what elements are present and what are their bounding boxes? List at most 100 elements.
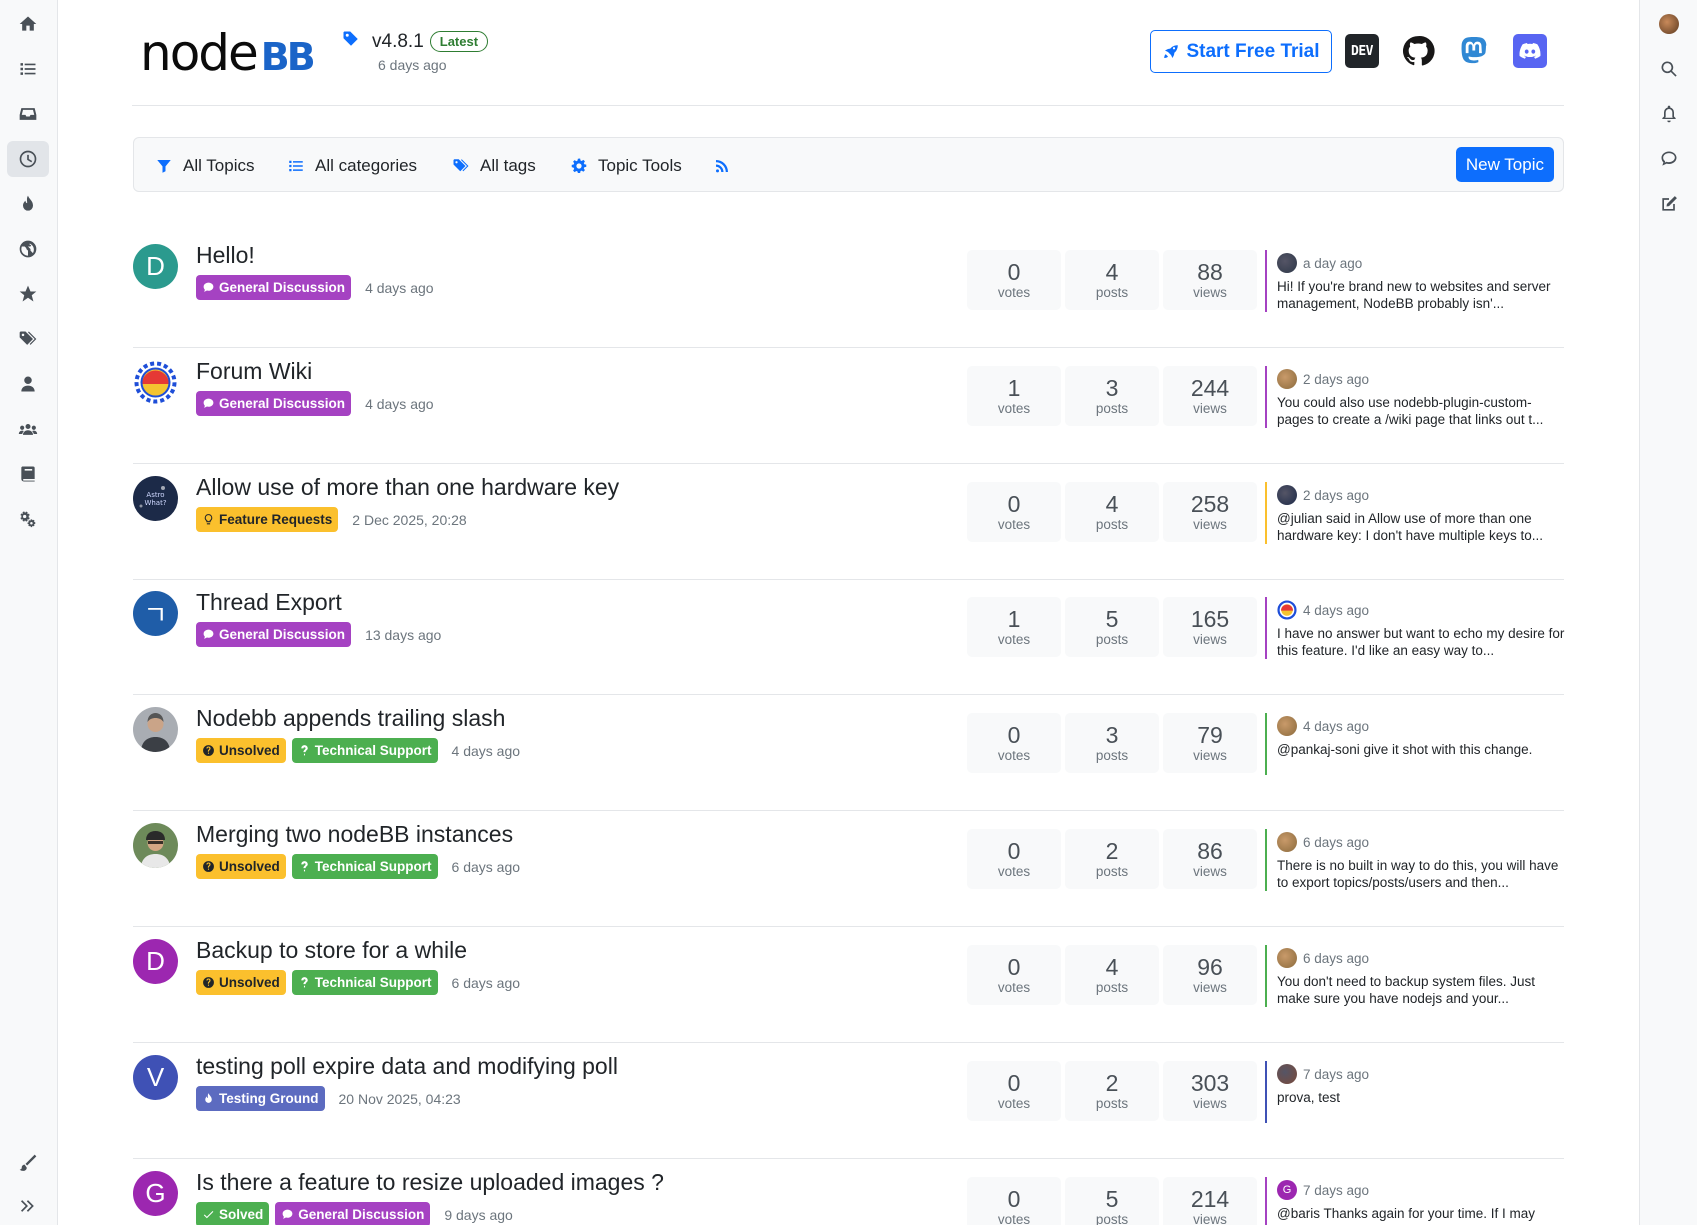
- avatar[interactable]: V: [133, 1055, 178, 1100]
- category-badge[interactable]: General Discussion: [275, 1202, 431, 1225]
- avatar[interactable]: [1277, 1064, 1297, 1084]
- topic-timestamp[interactable]: 20 Nov 2025, 04:23: [339, 1091, 461, 1107]
- new-topic-button[interactable]: New Topic: [1455, 147, 1554, 182]
- category-badge[interactable]: Technical Support: [291, 970, 438, 995]
- latest-post-teaser[interactable]: 4 days ago I have no answer but want to e…: [1265, 597, 1565, 659]
- topic-title[interactable]: Backup to store for a while: [196, 937, 467, 964]
- all-tags-filter[interactable]: All tags: [452, 138, 536, 193]
- latest-post-teaser[interactable]: 2 days ago @julian said in Allow use of m…: [1265, 482, 1565, 544]
- user-icon[interactable]: [7, 366, 49, 402]
- latest-post-teaser[interactable]: 6 days ago You don't need to backup syste…: [1265, 945, 1565, 1007]
- avatar[interactable]: Astro What?: [133, 476, 178, 521]
- category-badge[interactable]: Unsolved: [196, 970, 286, 995]
- avatar[interactable]: [1277, 600, 1297, 620]
- search-icon[interactable]: [1648, 51, 1690, 87]
- groups-icon[interactable]: [7, 411, 49, 447]
- topic-timestamp[interactable]: 9 days ago: [444, 1207, 513, 1223]
- topic-timestamp[interactable]: 4 days ago: [365, 396, 434, 412]
- teaser-timestamp[interactable]: a day ago: [1303, 256, 1362, 271]
- topic-title[interactable]: Allow use of more than one hardware key: [196, 474, 619, 501]
- category-badge[interactable]: Technical Support: [291, 854, 438, 879]
- topic-timestamp[interactable]: 4 days ago: [365, 280, 434, 296]
- discord-link[interactable]: [1513, 34, 1547, 68]
- avatar[interactable]: ㄱ: [133, 591, 178, 636]
- topic-title[interactable]: Hello!: [196, 242, 255, 269]
- teaser-timestamp[interactable]: 2 days ago: [1303, 488, 1369, 503]
- topic-title[interactable]: Merging two nodeBB instances: [196, 821, 513, 848]
- avatar[interactable]: G: [133, 1171, 178, 1216]
- teaser-timestamp[interactable]: 4 days ago: [1303, 719, 1369, 734]
- latest-post-teaser[interactable]: G 7 days ago @baris Thanks again for your …: [1265, 1177, 1565, 1225]
- book-icon[interactable]: [7, 456, 49, 492]
- avatar[interactable]: [133, 823, 178, 868]
- teaser-timestamp[interactable]: 7 days ago: [1303, 1067, 1369, 1082]
- topic-title[interactable]: Is there a feature to resize uploaded im…: [196, 1169, 664, 1196]
- avatar[interactable]: [1277, 485, 1297, 505]
- avatar[interactable]: [1277, 948, 1297, 968]
- home-icon[interactable]: [7, 6, 49, 42]
- star-icon[interactable]: [7, 276, 49, 312]
- category-badge[interactable]: Testing Ground: [196, 1086, 325, 1111]
- views-count: 96: [1197, 953, 1223, 980]
- start-free-trial-button[interactable]: Start Free Trial: [1150, 30, 1332, 73]
- category-badge[interactable]: General Discussion: [196, 622, 352, 647]
- nodebb-logo[interactable]: node BB: [140, 28, 316, 78]
- teaser-timestamp[interactable]: 2 days ago: [1303, 372, 1369, 387]
- latest-post-teaser[interactable]: 7 days ago prova, test: [1265, 1061, 1565, 1123]
- topic-title[interactable]: testing poll expire data and modifying p…: [196, 1053, 618, 1080]
- latest-post-teaser[interactable]: 2 days ago You could also use nodebb-plug…: [1265, 366, 1565, 428]
- latest-post-teaser[interactable]: a day ago Hi! If you're brand new to webs…: [1265, 250, 1565, 312]
- avatar[interactable]: [1277, 253, 1297, 273]
- avatar[interactable]: [1277, 369, 1297, 389]
- topic-tools-menu[interactable]: Topic Tools: [570, 138, 682, 193]
- avatar[interactable]: G: [1277, 1180, 1297, 1200]
- topic-timestamp[interactable]: 13 days ago: [365, 627, 441, 643]
- avatar[interactable]: [1277, 832, 1297, 852]
- dev-to-link[interactable]: DEV: [1345, 34, 1379, 68]
- teaser-timestamp[interactable]: 6 days ago: [1303, 835, 1369, 850]
- chat-icon[interactable]: [1648, 141, 1690, 177]
- category-badge[interactable]: Unsolved: [196, 854, 286, 879]
- github-link[interactable]: [1401, 34, 1435, 68]
- teaser-timestamp[interactable]: 4 days ago: [1303, 603, 1369, 618]
- avatar[interactable]: D: [133, 939, 178, 984]
- world-globe-icon[interactable]: [7, 231, 49, 267]
- avatar[interactable]: D: [133, 244, 178, 289]
- category-badge[interactable]: Unsolved: [196, 738, 286, 763]
- rss-feed-link[interactable]: [713, 138, 731, 193]
- category-badge[interactable]: Technical Support: [291, 738, 438, 763]
- topic-title[interactable]: Nodebb appends trailing slash: [196, 705, 505, 732]
- topic-title[interactable]: Forum Wiki: [196, 358, 312, 385]
- bell-icon[interactable]: [1648, 96, 1690, 132]
- category-badge[interactable]: General Discussion: [196, 391, 352, 416]
- topic-timestamp[interactable]: 2 Dec 2025, 20:28: [352, 512, 466, 528]
- all-topics-filter[interactable]: All Topics: [155, 138, 255, 193]
- expand-sidebar-icon[interactable]: [7, 1188, 49, 1224]
- mastodon-link[interactable]: [1457, 34, 1491, 68]
- avatar[interactable]: [133, 707, 178, 752]
- latest-post-teaser[interactable]: 4 days ago @pankaj-soni give it shot with…: [1265, 713, 1565, 775]
- recent-clock-icon[interactable]: [7, 141, 49, 177]
- topic-timestamp[interactable]: 6 days ago: [452, 859, 521, 875]
- topic-timestamp[interactable]: 4 days ago: [452, 743, 521, 759]
- tags-icon[interactable]: [7, 321, 49, 357]
- popular-fire-icon[interactable]: [7, 186, 49, 222]
- topic-timestamp[interactable]: 6 days ago: [452, 975, 521, 991]
- category-badge[interactable]: Solved: [196, 1202, 270, 1225]
- avatar[interactable]: [133, 360, 178, 405]
- admin-cogs-icon[interactable]: [7, 501, 49, 537]
- all-categories-filter[interactable]: All categories: [287, 138, 417, 193]
- latest-post-teaser[interactable]: 6 days ago There is no built in way to do…: [1265, 829, 1565, 891]
- teaser-timestamp[interactable]: 7 days ago: [1303, 1183, 1369, 1198]
- inbox-icon[interactable]: [7, 96, 49, 132]
- categories-list-icon[interactable]: [7, 51, 49, 87]
- user-avatar-menu[interactable]: [1648, 6, 1690, 42]
- topic-title[interactable]: Thread Export: [196, 589, 342, 616]
- category-badge[interactable]: General Discussion: [196, 275, 352, 300]
- avatar[interactable]: [1277, 716, 1297, 736]
- compose-edit-icon[interactable]: [1648, 186, 1690, 222]
- category-badge[interactable]: Feature Requests: [196, 507, 339, 532]
- teaser-timestamp[interactable]: 6 days ago: [1303, 951, 1369, 966]
- paint-brush-icon[interactable]: [7, 1145, 49, 1181]
- version-number[interactable]: v4.8.1: [372, 31, 424, 53]
